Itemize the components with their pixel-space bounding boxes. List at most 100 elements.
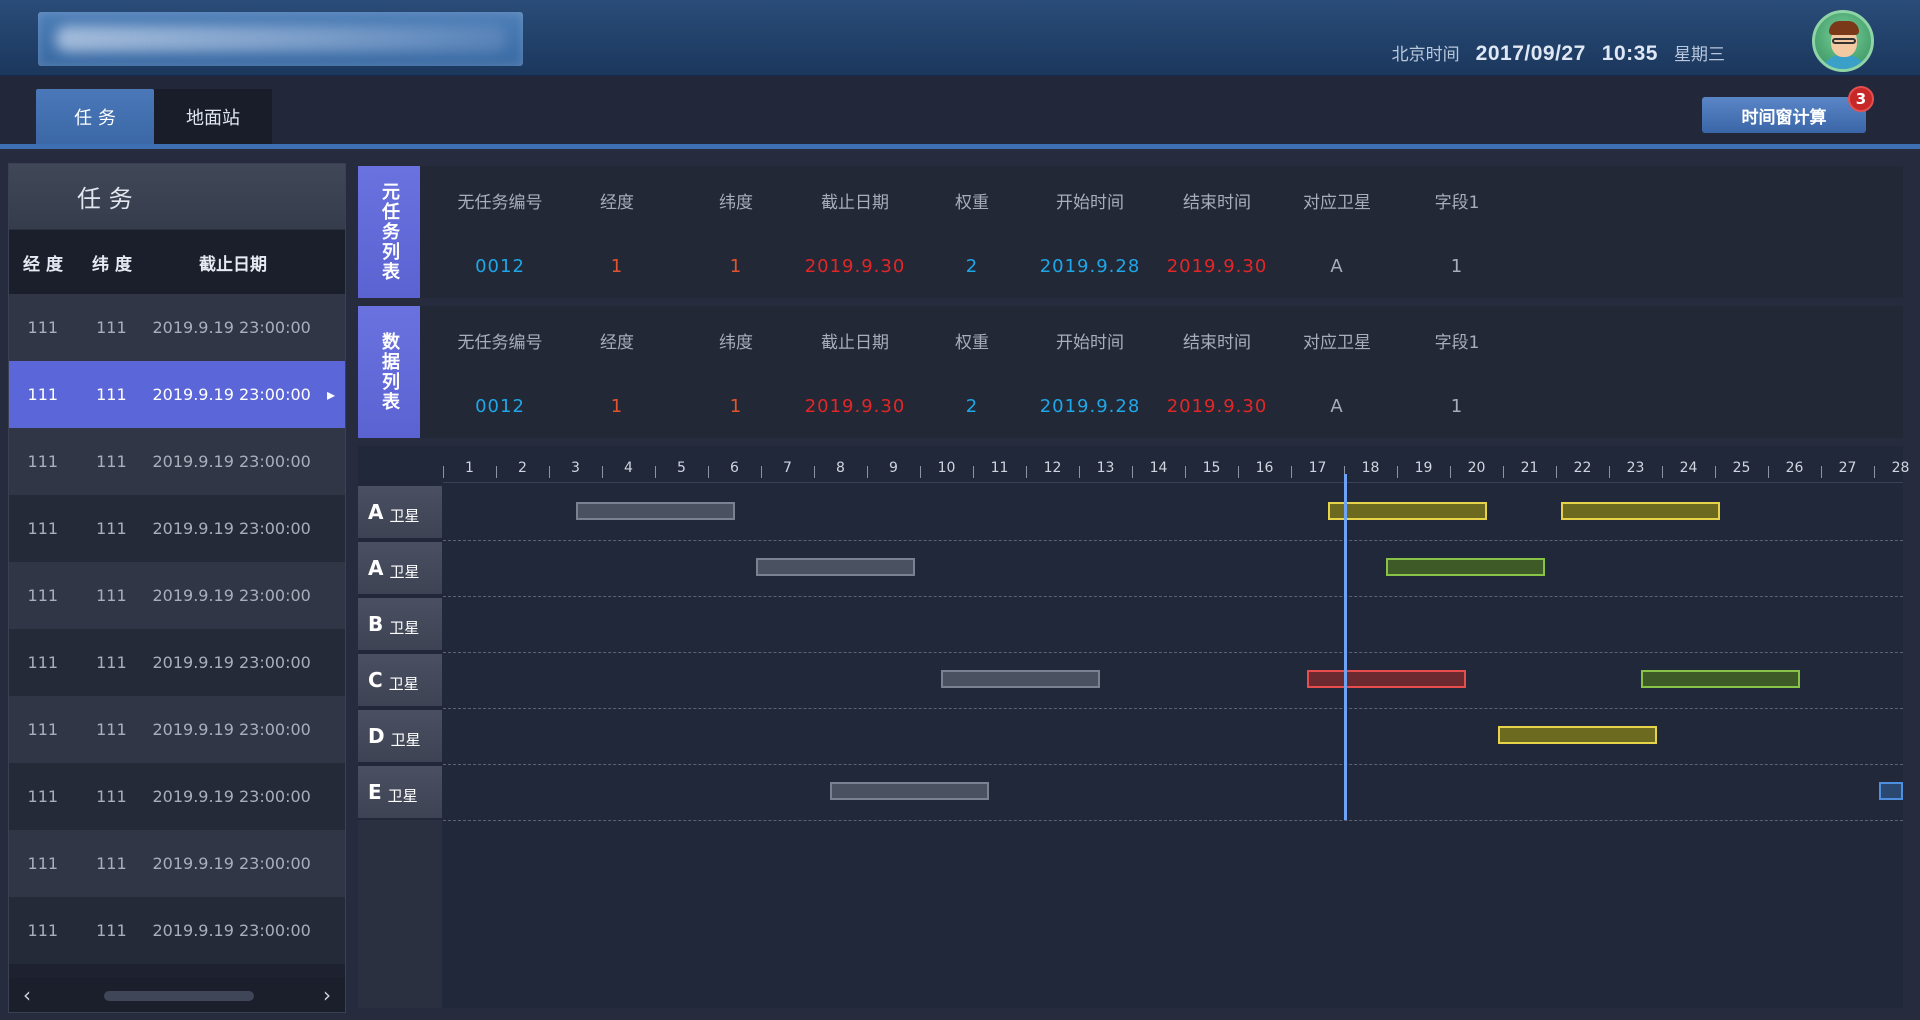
scroll-thumb[interactable] (104, 991, 254, 1001)
gantt-bar[interactable] (575, 502, 735, 520)
column-value: 2019.9.30 (804, 396, 906, 417)
clock-weekday: 星期三 (1674, 45, 1725, 64)
data-list: 数据列表 无任务编号 0012 经度 1 纬度 1 截止日期 2019.9.30 权重 2 开始时间… (358, 306, 1903, 438)
column-value: A (1330, 396, 1344, 417)
time-window-calc-button[interactable]: 时间窗计算 (1702, 97, 1866, 133)
satellite-letter: A (368, 500, 384, 524)
day-tick-mark (1238, 466, 1239, 478)
gantt-bar[interactable] (1306, 670, 1466, 688)
satellite-letter: D (368, 724, 385, 748)
column-value: 0012 (475, 256, 525, 277)
task-row[interactable]: 111 111 2019.9.19 23:00:00 (9, 897, 345, 964)
satellite-suffix: 卫星 (388, 674, 419, 693)
satellite-letter: A (368, 556, 384, 580)
task-latitude: 111 (96, 586, 127, 605)
meta-task-list: 元任务列表 无任务编号 0012 经度 1 纬度 1 截止日期 2019.9.30 权重 2 开始时… (358, 166, 1903, 298)
task-row[interactable]: 111 111 2019.9.19 23:00:00 (9, 562, 345, 629)
tab-bar: 任 务 地面站 时间窗计算 3 (0, 76, 1920, 149)
task-row[interactable]: 111 111 2019.9.19 23:00:00 (9, 763, 345, 830)
task-row[interactable]: 111 111 2019.9.19 23:00:00 (9, 696, 345, 763)
task-row[interactable]: 111 111 2019.9.19 23:00:00 (9, 495, 345, 562)
gantt-bar[interactable] (1640, 670, 1800, 688)
clock-label: 北京时间 (1391, 45, 1460, 64)
day-tick-label: 15 (1202, 460, 1221, 476)
day-tick-label: 26 (1785, 460, 1804, 476)
task-row[interactable]: 111 111 2019.9.19 23:00:00 (9, 428, 345, 495)
day-tick-mark (1768, 466, 1769, 478)
gantt-bar[interactable] (941, 670, 1101, 688)
day-tick-mark (1397, 466, 1398, 478)
task-longitude: 111 (27, 653, 59, 672)
day-tick-mark (1079, 466, 1080, 478)
avatar-glasses (1832, 38, 1856, 44)
gantt-bar[interactable] (1328, 502, 1488, 520)
task-panel: 任 务 经 度 纬 度 截止日期 111 111 2019.9.19 23:00:0… (8, 163, 346, 1013)
day-tick-mark (496, 466, 497, 478)
day-tick-label: 16 (1255, 460, 1274, 476)
task-longitude: 111 (27, 720, 59, 739)
day-tick-mark (1291, 466, 1292, 478)
task-deadline: 2019.9.19 23:00:00 (152, 653, 311, 672)
column-header: 开始时间 (1056, 333, 1124, 353)
user-avatar[interactable] (1812, 10, 1874, 72)
horizontal-scrollbar[interactable]: ‹ › (9, 978, 345, 1012)
day-tick-label: 8 (836, 460, 845, 476)
data-list-label: 数据列表 (358, 306, 420, 438)
column-value: 2019.9.28 (1039, 396, 1141, 417)
meta-task-list-label: 元任务列表 (358, 166, 420, 298)
column-header: 纬度 (719, 333, 753, 353)
task-row[interactable]: 111 111 2019.9.19 23:00:00 (9, 294, 345, 361)
satellite-gantt-chart: 1 2 3 4 5 6 7 8 9 10 11 12 13 14 15 16 17 18 19 20 21 22 23 24 2… (358, 446, 1909, 1008)
task-deadline: 2019.9.19 23:00:00 (152, 318, 311, 337)
satellite-row-label: B 卫星 (358, 598, 442, 650)
task-row[interactable]: 111 111 2019.9.19 23:00:00 (9, 830, 345, 897)
row-divider (443, 708, 1903, 709)
gantt-bar[interactable] (829, 782, 989, 800)
tab-tasks[interactable]: 任 务 (36, 89, 154, 145)
task-row[interactable]: 111 111 2019.9.19 23:00:00 (9, 629, 345, 696)
day-tick-mark (602, 466, 603, 478)
column-header: 截止日期 (821, 333, 889, 353)
task-row[interactable]: 111 111 2019.9.19 23:00:00 ▸ (9, 361, 345, 428)
row-divider (443, 652, 1903, 653)
day-tick-label: 18 (1361, 460, 1380, 476)
axis-line (443, 482, 1903, 483)
scroll-left-icon[interactable]: ‹ (23, 983, 31, 1007)
day-axis: 1 2 3 4 5 6 7 8 9 10 11 12 13 14 15 16 17 18 19 20 21 22 23 24 2… (443, 460, 1909, 482)
gantt-bar[interactable] (1497, 726, 1657, 744)
task-deadline: 2019.9.19 23:00:00 (152, 452, 311, 471)
current-time-line (1344, 474, 1347, 820)
gantt-bar[interactable] (755, 558, 915, 576)
task-longitude: 111 (27, 318, 59, 337)
day-tick-mark (1662, 466, 1663, 478)
column-value: 1 (729, 396, 743, 417)
day-tick-mark (973, 466, 974, 478)
day-tick-label: 17 (1308, 460, 1327, 476)
task-latitude: 111 (96, 720, 127, 739)
day-tick-label: 12 (1043, 460, 1062, 476)
gantt-bar[interactable] (1879, 782, 1903, 800)
day-tick-label: 21 (1520, 460, 1539, 476)
column-value: 1 (729, 256, 743, 277)
satellite-row-label: E 卫星 (358, 766, 442, 818)
satellite-suffix: 卫星 (387, 786, 418, 805)
column-value: 2019.9.28 (1039, 256, 1141, 277)
row-divider (443, 596, 1903, 597)
gantt-bar[interactable] (1386, 558, 1546, 576)
tab-ground-station[interactable]: 地面站 (154, 89, 272, 145)
day-tick-label: 7 (783, 460, 792, 476)
task-deadline: 2019.9.19 23:00:00 (152, 519, 311, 538)
day-tick-mark (1609, 466, 1610, 478)
gantt-bar[interactable] (1561, 502, 1721, 520)
day-tick-mark (655, 466, 656, 478)
scroll-right-icon[interactable]: › (323, 983, 331, 1007)
day-tick-label: 24 (1679, 460, 1698, 476)
column-value: 1 (610, 396, 624, 417)
column-value: 2019.9.30 (1166, 396, 1268, 417)
column-header: 权重 (955, 333, 989, 353)
clock-time: 10:35 (1601, 42, 1658, 65)
task-panel-title: 任 务 (9, 164, 345, 230)
meta-task-columns: 无任务编号 0012 经度 1 纬度 1 截止日期 2019.9.30 权重 2 开始时间 2019.… (420, 166, 1903, 298)
day-tick-label: 9 (889, 460, 898, 476)
task-longitude: 111 (27, 854, 59, 873)
